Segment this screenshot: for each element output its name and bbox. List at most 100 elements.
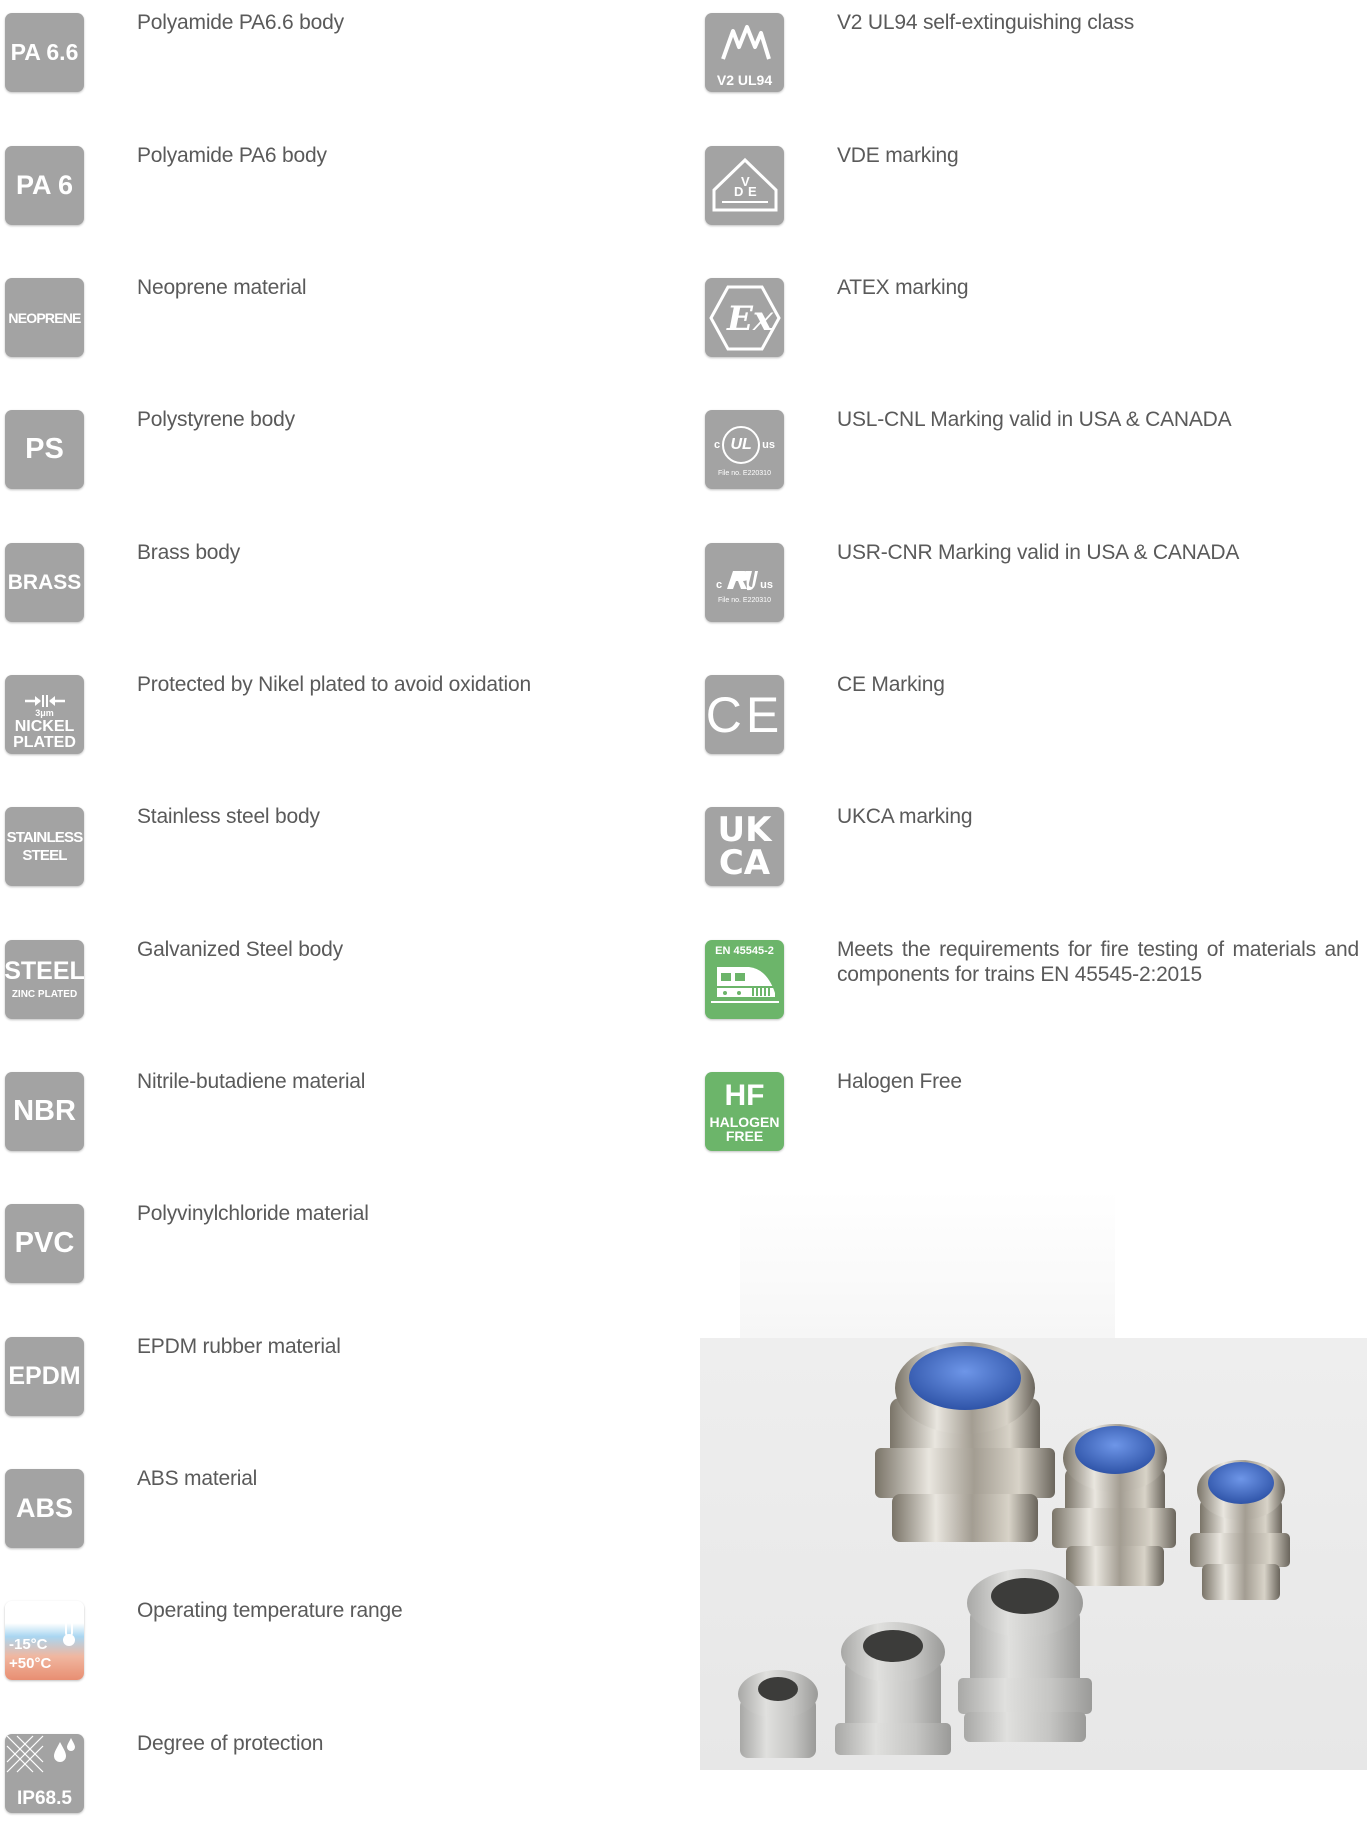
min-temp: -15°C	[9, 1635, 48, 1653]
legend-item-halogen-free: HF HALOGEN FREE Halogen Free	[700, 1059, 1367, 1179]
plastic-gland-medium	[835, 1622, 951, 1755]
ps-icon-label: PS	[25, 433, 64, 465]
legend-text: Meets the requirements for fire testing …	[837, 938, 1359, 986]
legend-text: ATEX marking	[837, 276, 969, 299]
stainless-steel-icon: STAINLESS STEEL	[5, 807, 84, 886]
nbr-icon-label: NBR	[13, 1095, 76, 1127]
legend-text: ABS material	[137, 1467, 258, 1490]
cable-glands-photo	[700, 1338, 1367, 1770]
max-temp: +50°C	[9, 1654, 52, 1672]
legend-item-ce: CE CE Marking	[700, 662, 1367, 782]
legend-text: Protected by Nikel plated to avoid oxida…	[137, 673, 531, 696]
metal-gland-medium	[1052, 1424, 1176, 1586]
nickel-plated-icon: 3μm NICKEL PLATED	[5, 675, 84, 754]
legend-text: Halogen Free	[837, 1070, 962, 1093]
pa6-icon: PA 6	[5, 146, 84, 225]
pa66-icon: PA 6.6	[5, 13, 84, 92]
arrows-inward-icon	[24, 695, 65, 707]
ul-file-number: File no. E220310	[718, 470, 771, 477]
ul-c: c	[714, 438, 721, 451]
thermometer-icon	[63, 1605, 78, 1646]
ukca-uk: UK	[717, 810, 772, 851]
legend-text: Polystyrene body	[137, 408, 295, 431]
ul-listed-icon: c UL us File no. E220310	[705, 410, 784, 489]
en45545-label: EN 45545-2	[715, 945, 774, 957]
pa66-icon-label: PA 6.6	[10, 39, 79, 65]
ps-icon: PS	[5, 410, 84, 489]
hf-label: HF	[724, 1078, 765, 1112]
epdm-icon-label: EPDM	[8, 1362, 81, 1390]
halogen-free-icon: HF HALOGEN FREE	[705, 1072, 784, 1151]
train-icon	[710, 967, 779, 1003]
vde-icon: D V E	[705, 146, 784, 225]
legend-item-pvc: PVC Polyvinylchloride material	[0, 1191, 690, 1311]
vde-e: E	[748, 184, 757, 199]
vde-triangle-icon: D V E	[712, 157, 777, 211]
ur-c: c	[716, 579, 723, 591]
legend-text: Operating temperature range	[137, 1599, 403, 1622]
ce-icon: CE	[705, 675, 784, 754]
legend-item-v2-ul94: V2 UL94 V2 UL94 self-extinguishing class	[700, 0, 1367, 120]
nbr-icon: NBR	[5, 1072, 84, 1151]
ur-us: us	[760, 579, 773, 591]
ur-recognized-icon: c us File no. E220310	[705, 543, 784, 622]
steel-word: STEEL	[5, 957, 84, 985]
brass-icon: BRASS	[5, 543, 84, 622]
plated-word: PLATED	[13, 734, 76, 751]
legend-text: Galvanized Steel body	[137, 938, 343, 961]
neoprene-icon-label: NEOPRENE	[8, 309, 81, 326]
metal-gland-small	[1190, 1460, 1290, 1600]
ukca-ca: CA	[718, 842, 771, 883]
nickel-word: NICKEL	[14, 718, 75, 735]
atex-hexagon-icon: Ex	[708, 285, 781, 350]
pa6-icon-label: PA 6	[15, 170, 74, 200]
legend-text: CE Marking	[837, 673, 945, 696]
legend-item-vde: D V E VDE marking	[700, 133, 1367, 253]
steel-word: STEEL	[22, 847, 67, 864]
ip-rating-icon: IP68.5	[5, 1734, 84, 1813]
legend-item-ukca: UK CA UKCA marking	[700, 794, 1367, 914]
legend-item-atex: Ex ATEX marking	[700, 265, 1367, 385]
legend-text: Nitrile-butadiene material	[137, 1070, 366, 1093]
cable-glands-illustration	[738, 1342, 1290, 1758]
legend-item-temperature: -15°C +50°C Operating temperature range	[0, 1588, 690, 1708]
flame-class-icon: V2 UL94	[705, 13, 784, 92]
legend-item-neoprene: NEOPRENE Neoprene material	[0, 265, 690, 385]
legend-text: EPDM rubber material	[137, 1335, 341, 1358]
zinc-plated-word: ZINC PLATED	[11, 989, 78, 1000]
ul-us: us	[762, 438, 775, 451]
legend-text: Polyamide PA6.6 body	[137, 11, 344, 34]
legend-item-usl-cnl: c UL us File no. E220310 USL-CNL Marking…	[700, 397, 1367, 517]
abs-icon: ABS	[5, 1469, 84, 1548]
legend-text: Stainless steel body	[137, 805, 320, 828]
ip-rating-label: IP68.5	[17, 1788, 72, 1809]
plastic-gland-large	[958, 1569, 1092, 1742]
ur-file-number: File no. E220310	[718, 597, 771, 604]
legend-text: Neoprene material	[137, 276, 307, 299]
ce-label: CE	[705, 686, 784, 743]
legend-item-pa66: PA 6.6 Polyamide PA6.6 body	[0, 0, 690, 120]
flame-icon	[721, 25, 771, 60]
dust-water-icon	[6, 1735, 75, 1773]
legend-item-en45545: EN 45545-2 Meets the requirements for fi…	[700, 927, 1367, 1047]
free-word: FREE	[725, 1127, 764, 1144]
legend-text: UKCA marking	[837, 805, 973, 828]
legend-item-nbr: NBR Nitrile-butadiene material	[0, 1059, 690, 1179]
legend-item-epdm: EPDM EPDM rubber material	[0, 1324, 690, 1444]
stainless-word: STAINLESS	[6, 829, 84, 846]
ul-label: UL	[730, 436, 752, 453]
legend-item-stainless-steel: STAINLESS STEEL Stainless steel body	[0, 794, 690, 914]
legend-item-ip-rating: IP68.5 Degree of protection	[0, 1721, 690, 1841]
galvanized-steel-icon: STEEL ZINC PLATED	[5, 940, 84, 1019]
legend-text: V2 UL94 self-extinguishing class	[837, 11, 1135, 34]
halogen-word: HALOGEN	[709, 1113, 780, 1130]
legend-item-brass: BRASS Brass body	[0, 530, 690, 650]
v2-ul94-label: V2 UL94	[716, 72, 773, 88]
legend-text: Polyamide PA6 body	[137, 144, 327, 167]
legend-text: USL-CNL Marking valid in USA & CANADA	[837, 408, 1232, 431]
legend-text: Polyvinylchloride material	[137, 1202, 369, 1225]
abs-icon-label: ABS	[15, 1493, 73, 1523]
atex-ex-label: Ex	[726, 299, 774, 339]
ul-circle-icon: UL	[722, 426, 761, 464]
epdm-icon: EPDM	[5, 1337, 84, 1416]
